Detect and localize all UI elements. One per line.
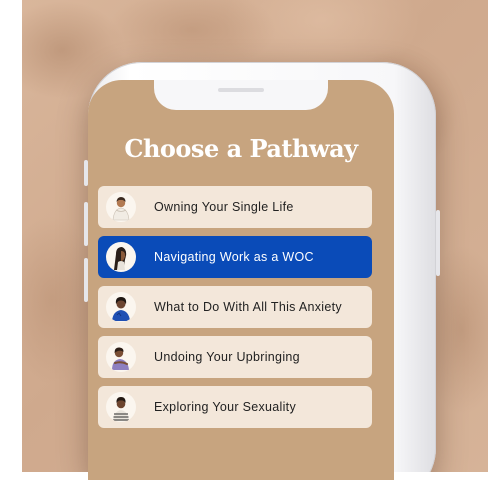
woman-hugging-self-icon (106, 342, 136, 372)
pathway-item-navigating-work-as-a-woc[interactable]: Navigating Work as a WOC (98, 236, 372, 278)
phone-side-button (436, 210, 440, 276)
pathway-item-what-to-do-with-all-this-anxiety[interactable]: What to Do With All This Anxiety (98, 286, 372, 328)
woman-in-profile-icon (106, 242, 136, 272)
pathway-label: Navigating Work as a WOC (154, 250, 314, 264)
app-screen: Choose a Pathway Owning Your Single Life… (88, 80, 394, 480)
page-title: Choose a Pathway (124, 134, 358, 163)
pathway-item-exploring-your-sexuality[interactable]: Exploring Your Sexuality (98, 386, 372, 428)
speaker-grille (218, 88, 264, 92)
pathway-label: Owning Your Single Life (154, 200, 294, 214)
pathway-label: Undoing Your Upbringing (154, 350, 300, 364)
pathway-item-owning-your-single-life[interactable]: Owning Your Single Life (98, 186, 372, 228)
woman-in-blue-sweater-icon (106, 292, 136, 322)
woman-wrapped-in-scarf-icon (106, 192, 136, 222)
phone-notch (154, 80, 328, 110)
pathway-item-undoing-your-upbringing[interactable]: Undoing Your Upbringing (98, 336, 372, 378)
woman-in-striped-top-icon (106, 392, 136, 422)
pathway-label: Exploring Your Sexuality (154, 400, 297, 414)
pathway-label: What to Do With All This Anxiety (154, 300, 342, 314)
